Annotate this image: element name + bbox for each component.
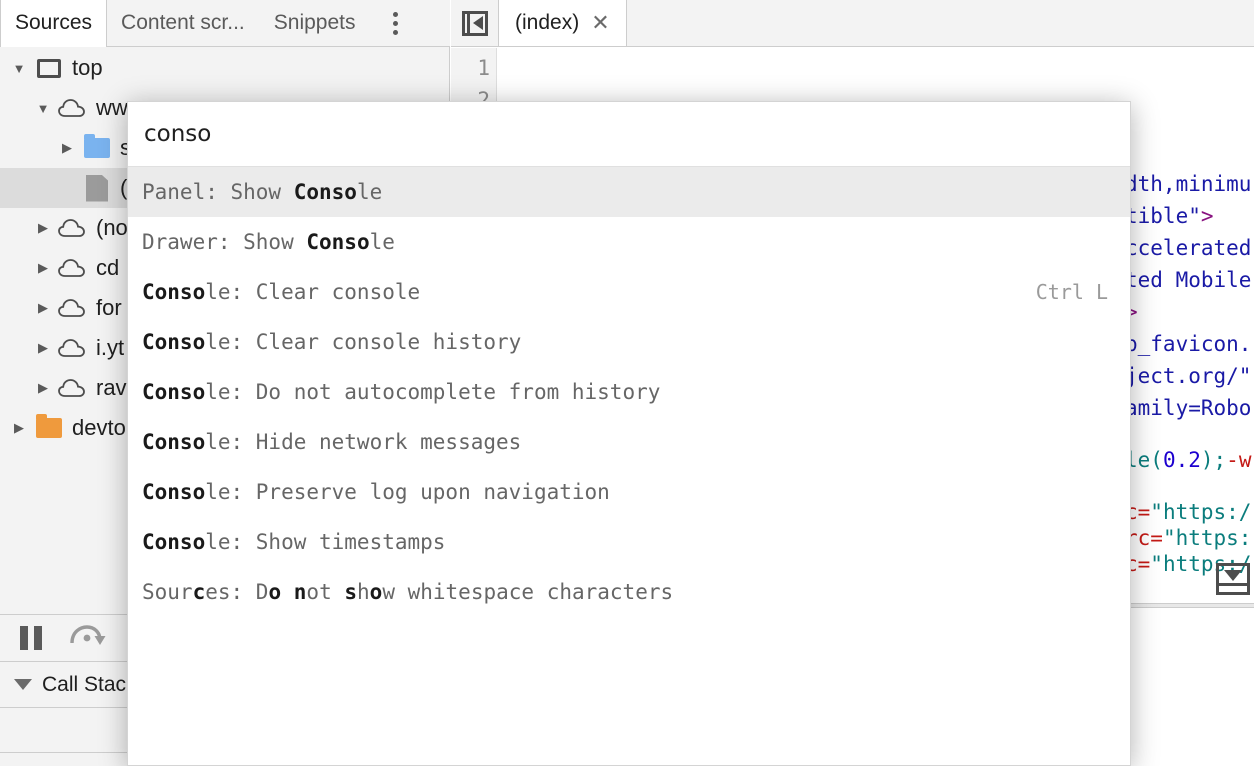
command-palette-input[interactable]: conso (128, 102, 1130, 167)
editor-tab-index[interactable]: (index) ✕ (499, 0, 627, 46)
code-token: dth,minimu (1125, 172, 1252, 196)
tree-item-label: i.yt (96, 335, 125, 360)
call-stack-label: Call Stac (42, 672, 127, 696)
step-over-icon[interactable] (68, 623, 106, 654)
show-drawer-icon[interactable] (1216, 563, 1250, 595)
code-token: "https:/ (1150, 500, 1252, 524)
tree-item-top[interactable]: ▼ top (0, 48, 450, 88)
chevron-right-icon[interactable]: ▶ (30, 300, 56, 316)
cloud-icon (56, 98, 90, 118)
command-palette-item-label: Panel: Show Console (142, 180, 383, 204)
tree-item-label: (no (96, 215, 128, 240)
collapse-sidebar-icon[interactable] (451, 0, 499, 46)
chevron-right-icon[interactable]: ▶ (30, 340, 56, 356)
code-token: ted Mobile (1125, 268, 1252, 292)
chevron-right-icon[interactable]: ▶ (30, 380, 56, 396)
editor-tabstrip: (index) ✕ (451, 0, 1254, 47)
line-number: 1 (477, 56, 490, 80)
code-token: "https: (1162, 526, 1252, 550)
tab-sources-label: Sources (15, 11, 93, 34)
tree-item-label: devto (72, 415, 126, 440)
command-palette-item-label: Console: Clear console (142, 280, 421, 304)
code-line: dth,minimu (1125, 168, 1251, 200)
command-palette-item[interactable]: Console: Do not autocomplete from histor… (128, 367, 1130, 417)
folder-icon (32, 414, 66, 438)
command-palette-item[interactable]: Panel: Show Console (128, 167, 1130, 217)
tree-item-label: cd (96, 255, 120, 280)
chevron-right-icon[interactable]: ▶ (30, 260, 56, 276)
cloud-icon (56, 298, 90, 318)
code-token: ject.org/" (1125, 364, 1252, 388)
tree-item-label: for (96, 295, 122, 320)
tab-sources[interactable]: Sources (0, 0, 108, 47)
devtools-window: Sources Content scr... Snippets ▼ top ▼ (0, 0, 1254, 766)
code-line: le(0.2);-w (1125, 444, 1251, 476)
tree-item-label: top (72, 55, 103, 80)
command-palette: conso Panel: Show Console Drawer: Show Co… (127, 101, 1131, 766)
code-line: ccelerated (1125, 232, 1251, 264)
chevron-right-icon[interactable]: ▶ (54, 140, 80, 156)
command-palette-item[interactable]: Sources: Do not show whitespace characte… (128, 567, 1130, 617)
frame-icon (32, 58, 66, 78)
cloud-icon (56, 338, 90, 358)
command-palette-query: conso (144, 121, 212, 147)
command-palette-item[interactable]: Console: Clear console Ctrl L (128, 267, 1130, 317)
command-palette-item[interactable]: Drawer: Show Console (128, 217, 1130, 267)
code-token: ccelerated (1125, 236, 1252, 260)
code-token: tible" (1125, 204, 1201, 228)
code-token: amily=Robo (1125, 396, 1252, 420)
code-line: p_favicon. (1125, 328, 1251, 360)
code-line: amily=Robo (1125, 392, 1251, 424)
code-token: > (1200, 204, 1214, 228)
code-line: ject.org/" (1125, 360, 1251, 392)
tab-snippets-label: Snippets (273, 11, 356, 34)
command-palette-item-label: Sources: Do not show whitespace characte… (142, 580, 674, 604)
tab-content-scripts[interactable]: Content scr... (107, 0, 260, 46)
cloud-icon (56, 378, 90, 398)
command-palette-item-label: Console: Clear console history (142, 330, 522, 354)
command-palette-list: Panel: Show Console Drawer: Show Console C… (128, 167, 1130, 617)
chevron-down-icon[interactable]: ▼ (6, 61, 32, 76)
command-palette-item-label: Console: Show timestamps (142, 530, 446, 554)
code-line: ted Mobile (1125, 264, 1251, 296)
tree-item-label: rav (96, 375, 127, 400)
code-token: -w (1226, 448, 1252, 472)
code-token: ); (1200, 448, 1227, 472)
folder-icon (80, 134, 114, 158)
command-palette-item-label: Drawer: Show Console (142, 230, 395, 254)
chevron-down-icon[interactable] (14, 679, 32, 690)
command-palette-item-shortcut: Ctrl L (1035, 280, 1108, 304)
cloud-icon (56, 218, 90, 238)
tree-item-label: ( (120, 175, 128, 200)
navigator-tabstrip: Sources Content scr... Snippets (0, 0, 450, 47)
chevron-right-icon[interactable]: ▶ (6, 420, 32, 436)
chevron-down-icon[interactable]: ▼ (30, 101, 56, 116)
command-palette-item[interactable]: Console: Preserve log upon navigation (128, 467, 1130, 517)
command-palette-item[interactable]: Console: Clear console history (128, 317, 1130, 367)
document-icon (80, 174, 114, 202)
pause-icon[interactable] (20, 626, 42, 650)
chevron-right-icon[interactable]: ▶ (30, 220, 56, 236)
command-palette-item-label: Console: Hide network messages (142, 430, 522, 454)
tab-content-scripts-label: Content scr... (121, 11, 245, 34)
close-icon[interactable]: ✕ (591, 10, 609, 36)
command-palette-item-label: Console: Preserve log upon navigation (142, 480, 610, 504)
code-token: p_favicon. (1125, 332, 1252, 356)
command-palette-item-label: Console: Do not autocomplete from histor… (142, 380, 661, 404)
command-palette-item[interactable]: Console: Hide network messages (128, 417, 1130, 467)
cloud-icon (56, 258, 90, 278)
kebab-menu-icon[interactable] (375, 0, 417, 46)
tab-snippets[interactable]: Snippets (260, 0, 371, 46)
editor-tab-label: (index) (515, 11, 580, 34)
tree-item-label: ww (96, 95, 128, 120)
command-palette-item[interactable]: Console: Show timestamps (128, 517, 1130, 567)
code-line: tible"> (1125, 200, 1214, 232)
code-token: 0.2 (1162, 448, 1201, 472)
